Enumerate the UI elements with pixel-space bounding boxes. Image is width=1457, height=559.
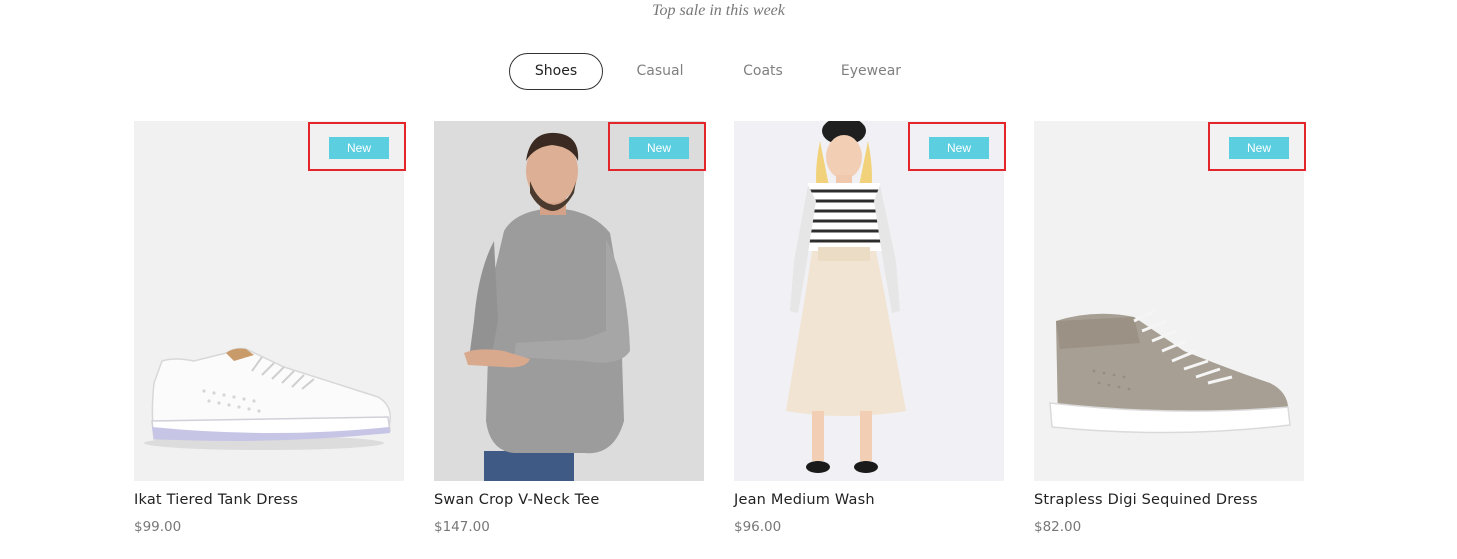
product-price: $99.00 [134,519,182,535]
white-sneaker-image[interactable] [134,121,404,481]
product-price: $82.00 [1034,519,1082,535]
product-name[interactable]: Swan Crop V-Neck Tee [434,492,599,508]
man-grey-longsleeve-image[interactable] [434,121,704,481]
category-tabs: Shoes Casual Coats Eyewear [0,53,1457,90]
product-card[interactable]: New Strapless Digi Sequined Dress $82.00 [1034,121,1306,541]
tab-casual[interactable]: Casual [615,53,705,90]
product-card[interactable]: New Ikat Tiered Tank Dress $99.00 [134,121,406,541]
product-price: $147.00 [434,519,490,535]
product-name[interactable]: Strapless Digi Sequined Dress [1034,492,1258,508]
tab-eyewear[interactable]: Eyewear [825,53,917,90]
section-subtitle: Top sale in this week [652,2,785,19]
taupe-high-top-sneaker-image[interactable] [1034,121,1304,481]
badge-highlight-box [908,122,1006,171]
woman-striped-top-skirt-image[interactable] [734,121,1004,481]
product-card[interactable]: New Swan Crop V-Neck Tee $147.00 [434,121,706,541]
tab-coats[interactable]: Coats [723,53,803,90]
product-card[interactable]: New Jean Medium Wash $96.00 [734,121,1006,541]
product-name[interactable]: Ikat Tiered Tank Dress [134,492,298,508]
tab-shoes[interactable]: Shoes [509,53,603,90]
product-price: $96.00 [734,519,782,535]
badge-highlight-box [608,122,706,171]
badge-highlight-box [1208,122,1306,171]
badge-highlight-box [308,122,406,171]
product-name[interactable]: Jean Medium Wash [734,492,875,508]
